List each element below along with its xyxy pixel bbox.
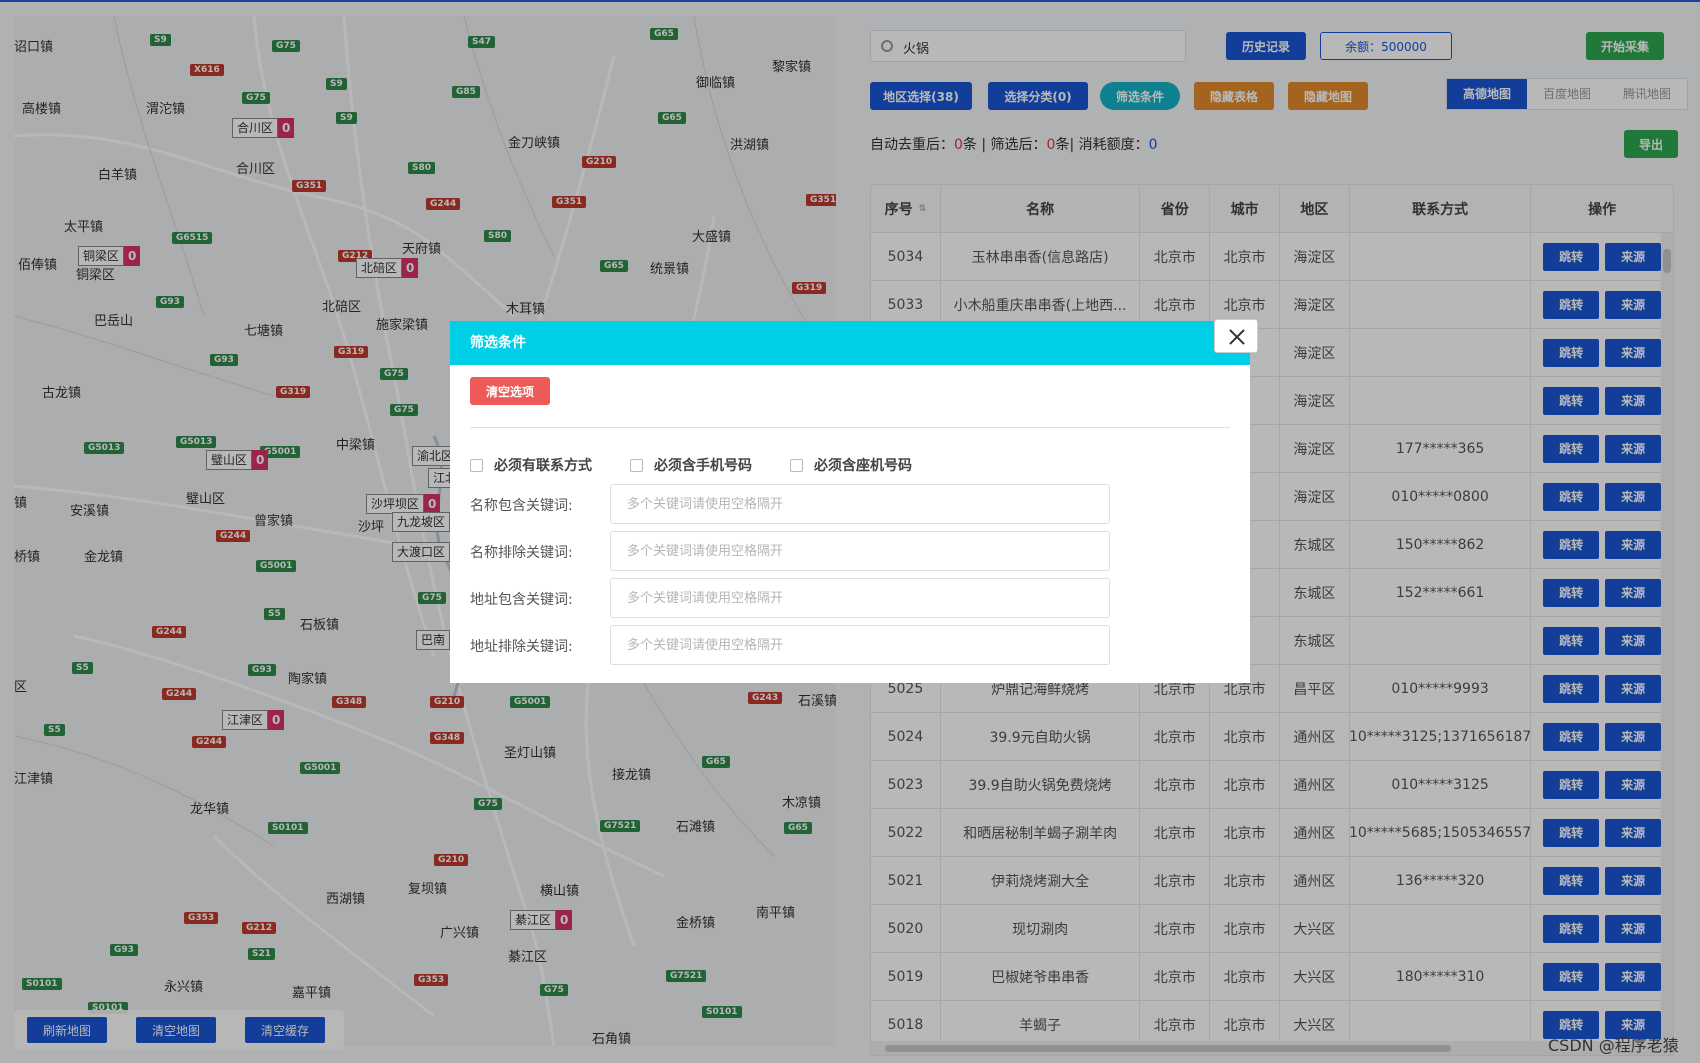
clear-options-button[interactable]: 清空选项 [470,377,550,405]
checkbox[interactable] [790,458,803,472]
name-include-input[interactable] [610,484,1110,524]
checkbox-require-mobile[interactable]: 必须含手机号码 [630,455,752,475]
address-exclude-input[interactable] [610,625,1110,665]
checkbox-require-landline[interactable]: 必须含座机号码 [790,455,912,475]
name-exclude-input[interactable] [610,531,1110,571]
address-include-label: 地址包含关键词: [470,592,573,608]
address-exclude-label: 地址排除关键词: [470,639,573,655]
filter-modal: 筛选条件 清空选项 必须有联系方式 必须含手机号码 必须含座机号码 名称包含关键… [450,319,1258,683]
checkbox[interactable] [630,458,643,472]
watermark: CSDN @程序老猿 [1548,1036,1679,1055]
address-include-input[interactable] [610,578,1110,618]
name-include-label: 名称包含关键词: [470,498,573,514]
checkbox[interactable] [470,458,483,472]
close-icon[interactable] [1214,319,1258,353]
modal-title: 筛选条件 [450,321,1250,365]
checkbox-require-contact[interactable]: 必须有联系方式 [470,455,592,475]
divider [470,427,1230,428]
name-exclude-label: 名称排除关键词: [470,545,573,561]
